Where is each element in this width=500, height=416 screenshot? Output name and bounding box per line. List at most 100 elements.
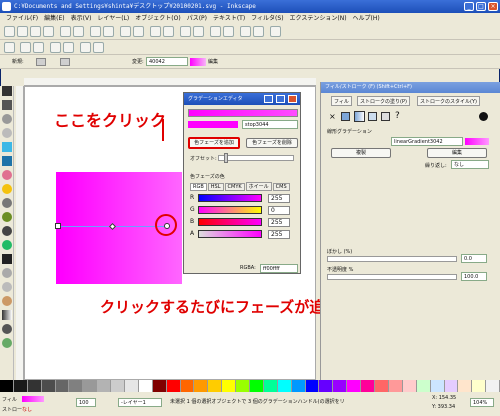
tab-fill[interactable]: フィル — [331, 96, 352, 106]
eraser-tool-icon[interactable] — [2, 282, 12, 292]
print-icon[interactable] — [43, 26, 54, 37]
blur-value[interactable]: 0.0 — [461, 254, 487, 263]
duplicate-icon[interactable] — [180, 26, 191, 37]
gradient-name-select[interactable]: 40042 — [146, 57, 188, 66]
grid-icon[interactable] — [93, 42, 104, 53]
new-gradient-swatch[interactable] — [36, 58, 46, 66]
star-tool-icon[interactable] — [2, 184, 12, 194]
lower-icon[interactable] — [63, 42, 74, 53]
menu-item[interactable]: ファイル(F) — [6, 15, 38, 22]
color-channel-value[interactable]: 255 — [268, 230, 290, 239]
ellipse-tool-icon[interactable] — [2, 170, 12, 180]
palette-swatch[interactable] — [152, 380, 167, 392]
menu-item[interactable]: 編集(E) — [44, 15, 64, 22]
color-channel-slider[interactable] — [198, 206, 262, 214]
xml-editor-icon[interactable] — [223, 26, 234, 37]
palette-swatch[interactable] — [361, 380, 376, 392]
flat-color-icon[interactable] — [341, 112, 350, 121]
menu-item[interactable]: フィルタ(S) — [251, 15, 283, 22]
menu-item[interactable]: レイヤー(L) — [97, 15, 129, 22]
zoom-in-icon[interactable] — [150, 26, 161, 37]
palette-swatch[interactable] — [347, 380, 362, 392]
rgba-field[interactable]: ff00ffff — [260, 264, 298, 273]
palette-swatch[interactable] — [305, 380, 320, 392]
palette-swatch[interactable] — [486, 380, 500, 392]
text-icon[interactable] — [240, 26, 251, 37]
menu-item[interactable]: パス(P) — [187, 15, 207, 22]
offset-slider[interactable] — [218, 155, 294, 161]
palette-swatch[interactable] — [430, 380, 445, 392]
spiral-tool-icon[interactable] — [2, 198, 12, 208]
rotate-icon[interactable] — [20, 42, 31, 53]
gradient-tool-icon[interactable] — [2, 310, 12, 320]
text-tool-icon[interactable] — [2, 254, 12, 264]
palette-swatch[interactable] — [236, 380, 251, 392]
palette-swatch[interactable] — [444, 380, 459, 392]
layer-select[interactable]: -レイヤー1 — [118, 398, 162, 407]
align-icon[interactable] — [210, 26, 221, 37]
color-channel-slider[interactable] — [198, 194, 262, 202]
palette-swatch[interactable] — [208, 380, 223, 392]
radial-gradient-icon[interactable] — [368, 112, 377, 121]
color-mode-tab[interactable]: CMYK — [224, 183, 245, 191]
palette-swatch[interactable] — [83, 380, 98, 392]
opacity-status-field[interactable]: 100 — [76, 398, 96, 407]
color-channel-slider[interactable] — [198, 230, 262, 238]
dropper-tool-icon[interactable] — [2, 324, 12, 334]
palette-swatch[interactable] — [55, 380, 70, 392]
edit-gradient-button[interactable]: 編集 — [208, 55, 218, 69]
new-icon[interactable] — [4, 26, 15, 37]
color-channel-slider[interactable] — [198, 218, 262, 226]
fill-status-swatch[interactable] — [22, 396, 44, 402]
palette-swatch[interactable] — [319, 380, 334, 392]
snap-icon[interactable] — [80, 42, 91, 53]
color-mode-tab[interactable]: CMS — [272, 183, 290, 191]
blur-slider[interactable] — [327, 256, 457, 262]
palette-swatch[interactable] — [416, 380, 431, 392]
export-icon[interactable] — [73, 26, 84, 37]
add-stop-button[interactable]: 色フェーズを追加 — [188, 137, 240, 149]
opacity-value[interactable]: 100.0 — [461, 272, 487, 281]
undo-icon[interactable] — [90, 26, 101, 37]
gradient-list-select[interactable]: linearGradient3042 — [391, 137, 463, 146]
tab-stroke-paint[interactable]: ストロークの塗り(P) — [357, 96, 410, 106]
dialog-maximize-button[interactable] — [276, 95, 285, 103]
node-tool-icon[interactable] — [2, 100, 12, 110]
palette-swatch[interactable] — [125, 380, 139, 392]
gradient-start-handle[interactable] — [55, 223, 61, 229]
gradient-selector-field[interactable] — [188, 109, 298, 117]
close-button[interactable]: × — [488, 2, 498, 11]
dialog-close-button[interactable] — [288, 95, 297, 103]
stop-select[interactable]: stop3044 — [242, 120, 298, 129]
fill-icon[interactable] — [253, 26, 264, 37]
offset-slider-thumb[interactable] — [224, 153, 228, 163]
palette-swatch[interactable] — [97, 380, 112, 392]
flip-icon[interactable] — [33, 42, 44, 53]
pattern-icon[interactable] — [381, 112, 390, 121]
palette-swatch[interactable] — [333, 380, 348, 392]
palette-swatch[interactable] — [375, 380, 389, 392]
palette-swatch[interactable] — [0, 380, 14, 392]
open-icon[interactable] — [17, 26, 28, 37]
color-mode-tab[interactable]: ホイール — [245, 182, 272, 191]
palette-swatch[interactable] — [138, 380, 153, 392]
raise-icon[interactable] — [50, 42, 61, 53]
unset-icon[interactable]: ? — [395, 111, 400, 121]
menu-item[interactable]: テキスト(T) — [213, 15, 245, 22]
palette-swatch[interactable] — [111, 380, 126, 392]
no-paint-icon[interactable]: × — [329, 112, 336, 121]
duplicate-gradient-button[interactable]: 複製 — [331, 148, 391, 158]
redo-icon[interactable] — [103, 26, 114, 37]
palette-swatch[interactable] — [402, 380, 417, 392]
palette-swatch[interactable] — [472, 380, 487, 392]
menu-item[interactable]: 表示(V) — [71, 15, 92, 22]
zoom-field[interactable]: 104% — [470, 398, 494, 407]
color-mode-tab[interactable]: RGB — [190, 183, 207, 191]
color-channel-value[interactable]: 255 — [268, 218, 290, 227]
palette-swatch[interactable] — [263, 380, 278, 392]
menu-item[interactable]: エクステンション(N) — [290, 15, 347, 22]
menu-item[interactable]: ヘルプ(H) — [353, 15, 380, 22]
repeat-select[interactable]: なし — [451, 160, 489, 169]
palette-swatch[interactable] — [250, 380, 264, 392]
copy-icon[interactable] — [120, 26, 131, 37]
